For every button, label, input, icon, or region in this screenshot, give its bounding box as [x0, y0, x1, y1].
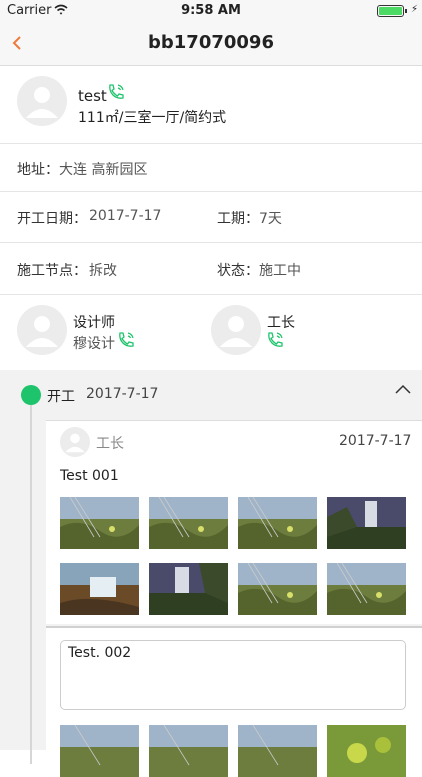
- timeline-stage-date: 2017-7-17: [86, 386, 159, 402]
- foreman-avatar: [211, 305, 261, 355]
- phone-icon[interactable]: [266, 331, 284, 349]
- timeline-stage-title: 开工: [47, 389, 75, 405]
- start-date-label: 开工日期：: [17, 211, 87, 227]
- battery-icon: [377, 5, 407, 17]
- customer-row: test 111㎡/三室一厅/简约式: [0, 66, 422, 144]
- log-entry: Test. 002: [46, 626, 422, 777]
- entry-text: Test 001: [60, 468, 119, 484]
- charging-icon: ⚡: [410, 4, 418, 15]
- photo-thumbnail[interactable]: [238, 725, 317, 777]
- entry-date: 2017-7-17: [339, 433, 412, 449]
- customer-name: test: [78, 87, 107, 105]
- phone-icon[interactable]: [107, 83, 125, 101]
- photo-thumbnail[interactable]: [238, 497, 317, 549]
- photo-thumbnail[interactable]: [149, 725, 228, 777]
- progress-row: 施工节点： 拆改 状态： 施工中: [0, 243, 422, 295]
- timeline-line: [30, 394, 32, 764]
- log-entry: 工长 2017-7-17 Test 001: [46, 420, 422, 624]
- stage-value: 拆改: [89, 263, 117, 279]
- address-label: 地址：: [17, 162, 59, 178]
- photo-thumbnail[interactable]: [60, 563, 139, 615]
- chevron-up-icon[interactable]: [394, 382, 412, 396]
- photo-thumbnail[interactable]: [149, 497, 228, 549]
- phone-icon[interactable]: [117, 331, 135, 349]
- photo-thumbnail[interactable]: [60, 725, 139, 777]
- schedule-row: 开工日期： 2017-7-17 工期： 7天: [0, 192, 422, 243]
- stage-label: 施工节点：: [17, 263, 87, 279]
- timeline-dot: [21, 385, 41, 405]
- note-textarea[interactable]: Test. 002: [60, 640, 406, 710]
- timeline: 开工 2017-7-17 工长 2017-7-17 Test 001 Test.…: [0, 370, 422, 777]
- designer-name: 穆设计: [73, 336, 115, 352]
- start-date-value: 2017-7-17: [89, 208, 162, 224]
- photo-thumbnail[interactable]: [327, 497, 406, 549]
- designer-avatar: [17, 305, 67, 355]
- house-info: 111㎡/三室一厅/简约式: [78, 110, 227, 126]
- address-row: 地址： 大连 高新园区: [0, 144, 422, 192]
- page-title: bb17070096: [148, 32, 274, 53]
- duration-label: 工期：: [217, 211, 259, 227]
- photo-thumbnail[interactable]: [327, 563, 406, 615]
- nav-bar: bb17070096: [0, 22, 422, 66]
- entry-author: 工长: [96, 436, 124, 452]
- status-label: 状态：: [217, 263, 259, 279]
- clock: 9:58 AM: [181, 3, 241, 18]
- status-value: 施工中: [259, 263, 301, 279]
- duration-value: 7天: [259, 211, 282, 227]
- address-value: 大连 高新园区: [59, 162, 148, 178]
- photo-thumbnail[interactable]: [149, 563, 228, 615]
- status-bar: Carrier 9:58 AM ⚡: [0, 0, 422, 22]
- foreman-role: 工长: [267, 315, 295, 331]
- photo-thumbnail[interactable]: [60, 497, 139, 549]
- photo-thumbnail[interactable]: [238, 563, 317, 615]
- designer-role: 设计师: [73, 315, 115, 331]
- author-avatar: [60, 427, 90, 457]
- staff-row: 设计师 穆设计 工长: [0, 295, 422, 370]
- photo-thumbnail[interactable]: [327, 725, 406, 777]
- customer-avatar: [17, 76, 67, 126]
